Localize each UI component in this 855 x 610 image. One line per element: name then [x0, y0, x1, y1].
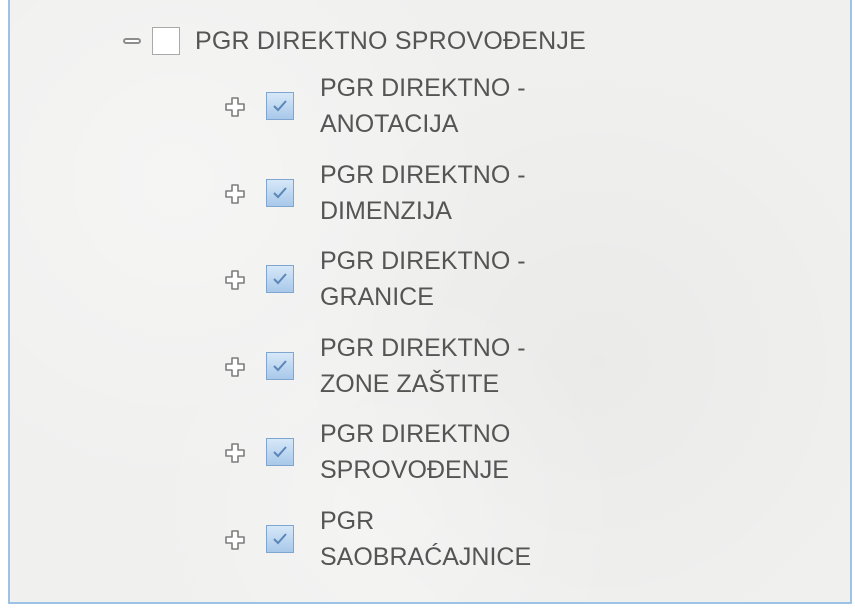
checkmark-icon [273, 532, 287, 544]
layer-label-line2: SPROVOĐENJE [320, 456, 509, 484]
layer-checkbox[interactable] [266, 524, 294, 553]
checkmark-icon [273, 186, 287, 198]
layer-label-line1: PGR DIREKTNO - [320, 333, 526, 362]
layer-label-line2: SAOBRAĆAJNICE [320, 542, 532, 571]
layer-label-line1: PGR DIREKTNO - [320, 247, 526, 275]
checkmark-icon [273, 359, 287, 371]
layer-label[interactable]: PGR DIREKTNO - DIMENZIJA [320, 157, 526, 229]
plus-icon [225, 356, 245, 377]
expand-toggle[interactable] [224, 529, 246, 551]
layer-label-line2: DIMENZIJA [320, 196, 452, 225]
checkmark-icon [273, 446, 287, 458]
expand-toggle[interactable] [224, 442, 246, 464]
expand-toggle[interactable] [224, 96, 246, 118]
tree-node-root: PGR DIREKTNO SPROVOĐENJE [118, 24, 586, 58]
layer-checkbox[interactable] [266, 265, 294, 293]
layer-tree-panel: PGR DIREKTNO SPROVOĐENJE PGR DIREKTNO - … [8, 0, 852, 604]
checkmark-icon [273, 273, 287, 285]
layer-label[interactable]: PGR DIREKTNO - ANOTACIJA [320, 70, 526, 142]
expand-toggle[interactable] [224, 356, 246, 378]
checkmark-icon [273, 100, 287, 112]
plus-icon [225, 183, 245, 204]
layer-label[interactable]: PGR DIREKTNO - GRANICE [320, 243, 526, 315]
layer-label-line1: PGR DIREKTNO [320, 420, 511, 448]
layer-checkbox[interactable] [266, 92, 294, 120]
minus-icon [123, 38, 141, 44]
root-checkbox[interactable] [152, 27, 180, 55]
layer-label[interactable]: PGR SAOBRAĆAJNICE [320, 503, 531, 575]
layer-label[interactable]: PGR DIREKTNO - ZONE ZAŠTITE [320, 330, 526, 402]
plus-icon [225, 270, 245, 290]
root-label[interactable]: PGR DIREKTNO SPROVOĐENJE [195, 24, 586, 58]
layer-label-line2: ZONE ZAŠTITE [320, 369, 500, 398]
layer-label-line2: GRANICE [320, 283, 434, 311]
expand-toggle[interactable] [224, 183, 246, 205]
layer-label-line1: PGR DIREKTNO - [320, 160, 526, 189]
layer-checkbox[interactable] [266, 351, 294, 380]
layer-checkbox[interactable] [266, 178, 294, 207]
layer-label-line1: PGR DIREKTNO - [320, 74, 526, 102]
layer-label-line1: PGR [320, 506, 375, 535]
layer-checkbox[interactable] [266, 438, 294, 466]
layer-label-line2: ANOTACIJA [320, 110, 459, 138]
plus-icon [225, 97, 245, 117]
plus-icon [225, 529, 245, 550]
expand-toggle[interactable] [224, 269, 246, 291]
layer-label[interactable]: PGR DIREKTNO SPROVOĐENJE [320, 416, 510, 488]
collapse-toggle[interactable] [118, 24, 146, 58]
plus-icon [225, 443, 245, 463]
